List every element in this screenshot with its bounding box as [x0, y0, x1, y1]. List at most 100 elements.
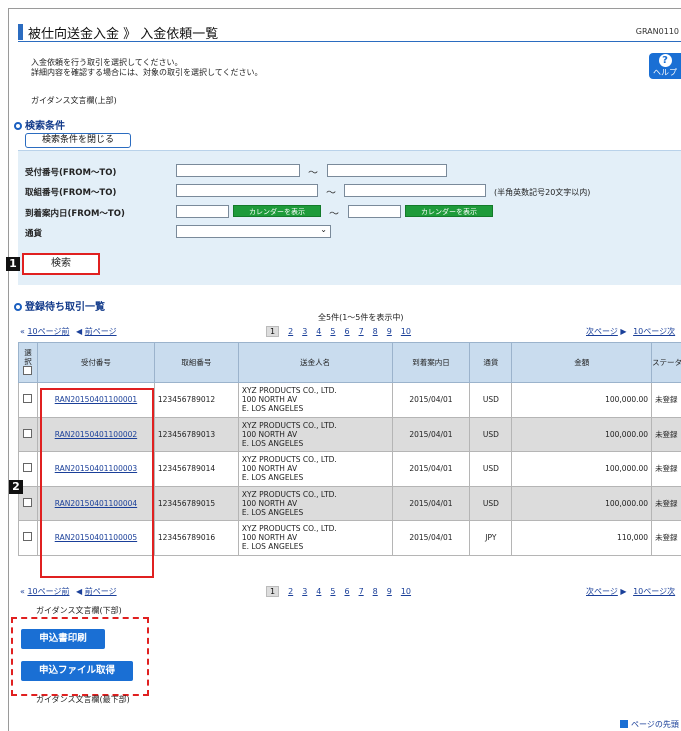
page-number-link[interactable]: 9	[387, 587, 392, 596]
pager-numbers-bottom: 1 2 3 4 5 6 7 8 9 10	[266, 586, 420, 597]
screen-id: GRAN0110	[635, 27, 679, 36]
page-number-link[interactable]: 5	[330, 327, 335, 336]
page-number-link[interactable]: 9	[387, 327, 392, 336]
row-checkbox[interactable]	[23, 463, 33, 473]
arrival-to-input[interactable]	[348, 205, 401, 218]
ref-cell: 123456789016	[153, 520, 239, 556]
status-cell: 未登録	[651, 520, 681, 556]
status-cell: 未登録	[651, 382, 681, 418]
col-status: ステータス	[651, 342, 681, 383]
search-heading: 検索条件	[14, 117, 65, 132]
row-checkbox[interactable]	[23, 394, 33, 404]
page-number-link[interactable]: 8	[373, 327, 378, 336]
status-cell: 未登録	[651, 451, 681, 487]
prev-page-link[interactable]: 前ページ	[85, 327, 117, 336]
currency-cell: USD	[469, 416, 513, 452]
col-ref: 取組番号	[153, 342, 239, 383]
select-all-checkbox[interactable]	[23, 366, 33, 375]
left-arrow-icon: ◀	[76, 327, 83, 336]
ref-note: (半角英数記号20文字以内)	[494, 188, 591, 197]
section-bullet-icon	[14, 303, 22, 311]
next-page-link[interactable]: 次ページ	[586, 327, 618, 336]
ref-from-input[interactable]	[176, 184, 318, 197]
pager-top-left: « 10ページ前 ◀ 前ページ	[20, 326, 117, 337]
chevron-down-icon: ⌄	[320, 225, 327, 234]
row-checkbox[interactable]	[23, 497, 33, 507]
marker-2: 2	[9, 480, 23, 494]
arrival-from-input[interactable]	[176, 205, 229, 218]
arrival-tilde: 〜	[329, 209, 339, 220]
col-currency: 通貨	[469, 342, 513, 383]
page-number-link[interactable]: 10	[401, 587, 411, 596]
search-button[interactable]: 検索	[22, 253, 100, 275]
row-checkbox[interactable]	[23, 532, 33, 542]
close-search-button[interactable]: 検索条件を閉じる	[25, 133, 131, 148]
calendar-to-button[interactable]: カレンダーを表示	[405, 205, 493, 217]
status-cell: 未登録	[651, 416, 681, 452]
next-10-link-bottom[interactable]: 10ページ次	[633, 587, 675, 596]
pager-bottom-left: « 10ページ前 ◀ 前ページ	[20, 586, 117, 597]
remitter-cell: XYZ PRODUCTS CO., LTD. 100 NORTH AV E. LOS…	[237, 520, 393, 556]
currency-select[interactable]: ⌄	[176, 225, 331, 238]
col-select: 選択	[18, 342, 38, 383]
page-number-link: 1	[266, 586, 280, 597]
get-file-button[interactable]: 申込ファイル取得	[21, 661, 133, 681]
help-button[interactable]: ? ヘルプ	[649, 53, 681, 79]
prev-10-link[interactable]: 10ページ前	[27, 327, 69, 336]
page-number-link[interactable]: 5	[330, 587, 335, 596]
receipt-to-input[interactable]	[327, 164, 447, 177]
col-amount: 金額	[511, 342, 653, 383]
list-heading-text: 登録待ち取引一覧	[25, 302, 105, 313]
ref-cell: 123456789015	[153, 485, 239, 521]
remitter-cell: XYZ PRODUCTS CO., LTD. 100 NORTH AV E. LOS…	[237, 485, 393, 521]
page-number-link[interactable]: 4	[316, 327, 321, 336]
arrow-up-icon	[620, 720, 628, 728]
prev-page-link-bottom[interactable]: 前ページ	[85, 587, 117, 596]
page-number-link[interactable]: 7	[359, 327, 364, 336]
guidance-last: ガイダンス文言欄(最下部)	[36, 695, 130, 704]
list-heading: 登録待ち取引一覧	[14, 298, 105, 313]
page-top-link[interactable]: ページの先頭	[620, 719, 679, 730]
page-number-link[interactable]: 4	[316, 587, 321, 596]
remitter-cell: XYZ PRODUCTS CO., LTD. 100 NORTH AV E. LOS…	[237, 416, 393, 452]
pager-top-right: 次ページ ▶ 10ページ次	[586, 326, 675, 337]
page-number-link[interactable]: 6	[344, 587, 349, 596]
page-number-link: 1	[266, 326, 280, 337]
row-checkbox[interactable]	[23, 428, 33, 438]
page-number-link[interactable]: 8	[373, 587, 378, 596]
table-header-row: 選択 受付番号 取組番号 送金人名 到着案内日 通貨 金額 ステータス	[18, 342, 681, 383]
print-application-button[interactable]: 申込書印刷	[21, 629, 105, 649]
currency-cell: JPY	[469, 520, 513, 556]
ref-to-input[interactable]	[344, 184, 486, 197]
remitter-cell: XYZ PRODUCTS CO., LTD. 100 NORTH AV E. LOS…	[237, 382, 393, 418]
next-10-link[interactable]: 10ページ次	[633, 327, 675, 336]
prev-10-link-bottom[interactable]: 10ページ前	[27, 587, 69, 596]
next-page-link-bottom[interactable]: 次ページ	[586, 587, 618, 596]
search-heading-text: 検索条件	[25, 121, 65, 132]
page-number-link[interactable]: 2	[288, 587, 293, 596]
guidance-top: ガイダンス文言欄(上部)	[31, 96, 117, 105]
marker-1: 1	[6, 257, 20, 271]
section-bullet-icon	[14, 122, 22, 130]
arrival-range-label: 到着案内日(FROM〜TO)	[25, 209, 125, 219]
amount-cell: 100,000.00	[511, 485, 653, 521]
right-arrow-icon: ▶	[620, 327, 627, 336]
title-accent-bar	[18, 24, 23, 40]
calendar-from-button[interactable]: カレンダーを表示	[233, 205, 321, 217]
intro-line-2: 詳細内容を確認する場合には、対象の取引を選択してください。	[31, 68, 263, 77]
receipt-highlight-box	[40, 388, 154, 578]
page-number-link[interactable]: 2	[288, 327, 293, 336]
page-number-link[interactable]: 10	[401, 327, 411, 336]
receipt-from-input[interactable]	[176, 164, 300, 177]
page-number-link[interactable]: 3	[302, 327, 307, 336]
date-cell: 2015/04/01	[391, 451, 471, 487]
ref-range-label: 取組番号(FROM〜TO)	[25, 188, 117, 198]
ref-cell: 123456789012	[153, 382, 239, 418]
page-number-link[interactable]: 3	[302, 587, 307, 596]
page-number-link[interactable]: 7	[359, 587, 364, 596]
right-arrow-icon: ▶	[620, 587, 627, 596]
amount-cell: 100,000.00	[511, 382, 653, 418]
page-number-link[interactable]: 6	[344, 327, 349, 336]
amount-cell: 110,000	[511, 520, 653, 556]
receipt-tilde: 〜	[308, 168, 318, 179]
